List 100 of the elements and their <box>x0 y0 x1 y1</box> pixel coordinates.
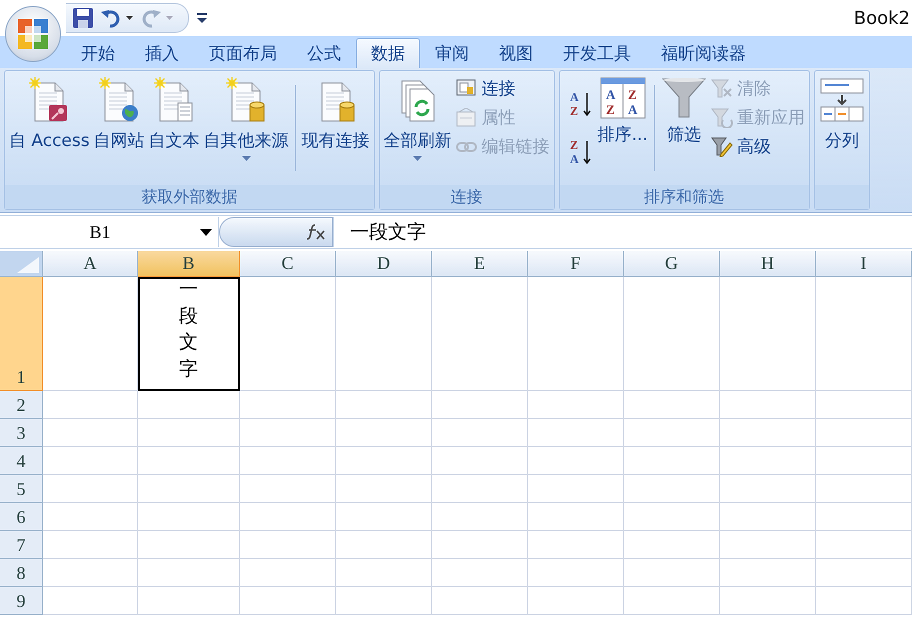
sort-button[interactable]: Z A <box>570 137 592 167</box>
table-cell[interactable]: 一段文字 <box>138 277 240 391</box>
table-cell[interactable] <box>528 475 624 503</box>
table-cell[interactable] <box>336 503 432 531</box>
table-cell[interactable] <box>240 559 336 587</box>
row-header[interactable]: 8 <box>0 559 43 587</box>
table-cell[interactable] <box>816 531 912 559</box>
insert-function-button[interactable] <box>219 217 333 247</box>
ribbon-button[interactable]: 现有连接 <box>300 75 372 154</box>
table-cell[interactable] <box>432 277 528 391</box>
table-cell[interactable] <box>43 587 138 615</box>
column-header[interactable]: E <box>432 251 528 277</box>
table-cell[interactable] <box>336 277 432 391</box>
table-cell[interactable] <box>528 391 624 419</box>
table-cell[interactable] <box>432 559 528 587</box>
sort-button[interactable]: A Z <box>570 89 592 119</box>
ribbon-small-button[interactable]: 连接 <box>454 77 552 100</box>
table-cell[interactable] <box>336 419 432 447</box>
table-cell[interactable] <box>240 475 336 503</box>
table-cell[interactable] <box>624 447 720 475</box>
row-header[interactable]: 5 <box>0 475 43 503</box>
table-cell[interactable] <box>43 531 138 559</box>
ribbon-tab[interactable]: 数据 <box>356 38 420 68</box>
table-cell[interactable] <box>138 419 240 447</box>
table-cell[interactable] <box>624 391 720 419</box>
table-cell[interactable] <box>528 587 624 615</box>
table-cell[interactable] <box>624 277 720 391</box>
ribbon-button[interactable]: 自网站 <box>92 75 147 154</box>
row-header[interactable]: 2 <box>0 391 43 419</box>
table-cell[interactable] <box>816 475 912 503</box>
table-cell[interactable] <box>816 503 912 531</box>
table-cell[interactable] <box>528 503 624 531</box>
table-cell[interactable] <box>720 447 816 475</box>
table-cell[interactable] <box>432 587 528 615</box>
row-header[interactable]: 6 <box>0 503 43 531</box>
table-cell[interactable] <box>816 447 912 475</box>
ribbon-button[interactable]: 筛选 <box>658 75 709 148</box>
table-cell[interactable] <box>816 559 912 587</box>
table-cell[interactable] <box>432 391 528 419</box>
ribbon-tab[interactable]: 页面布局 <box>194 38 292 68</box>
column-header[interactable]: I <box>816 251 912 277</box>
column-header[interactable]: G <box>624 251 720 277</box>
table-cell[interactable] <box>720 587 816 615</box>
row-header[interactable]: 1 <box>0 277 43 391</box>
table-cell[interactable] <box>138 391 240 419</box>
ribbon-tab[interactable]: 视图 <box>484 38 548 68</box>
table-cell[interactable] <box>43 419 138 447</box>
table-cell[interactable] <box>240 587 336 615</box>
table-cell[interactable] <box>240 447 336 475</box>
table-cell[interactable] <box>336 475 432 503</box>
table-cell[interactable] <box>624 587 720 615</box>
ribbon-button[interactable]: 自文本 <box>146 75 202 154</box>
column-header[interactable]: B <box>138 251 240 277</box>
ribbon-tab[interactable]: 开发工具 <box>548 38 646 68</box>
select-all-corner[interactable] <box>0 251 43 277</box>
ribbon-button[interactable]: 分列 <box>816 75 867 154</box>
table-cell[interactable] <box>816 277 912 391</box>
table-cell[interactable] <box>43 277 138 391</box>
table-cell[interactable] <box>528 447 624 475</box>
table-cell[interactable] <box>720 475 816 503</box>
table-cell[interactable] <box>624 419 720 447</box>
column-header[interactable]: F <box>528 251 624 277</box>
table-cell[interactable] <box>624 475 720 503</box>
table-cell[interactable] <box>336 447 432 475</box>
table-cell[interactable] <box>624 531 720 559</box>
table-cell[interactable] <box>336 391 432 419</box>
table-cell[interactable] <box>528 419 624 447</box>
table-cell[interactable] <box>336 587 432 615</box>
ribbon-tab[interactable]: 公式 <box>292 38 356 68</box>
ribbon-small-button[interactable]: 高级 <box>708 135 807 158</box>
table-cell[interactable] <box>816 391 912 419</box>
save-button[interactable] <box>72 7 94 29</box>
table-cell[interactable] <box>138 475 240 503</box>
ribbon-tab[interactable]: 插入 <box>130 38 194 68</box>
ribbon-tab[interactable]: 福昕阅读器 <box>646 38 761 68</box>
table-cell[interactable] <box>43 475 138 503</box>
table-cell[interactable] <box>336 559 432 587</box>
table-cell[interactable] <box>138 447 240 475</box>
row-header[interactable]: 3 <box>0 419 43 447</box>
table-cell[interactable] <box>43 391 138 419</box>
table-cell[interactable] <box>528 559 624 587</box>
table-cell[interactable] <box>528 277 624 391</box>
table-cell[interactable] <box>138 531 240 559</box>
redo-button[interactable] <box>140 8 174 28</box>
row-header[interactable]: 7 <box>0 531 43 559</box>
column-header[interactable]: H <box>720 251 816 277</box>
table-cell[interactable] <box>720 559 816 587</box>
table-cell[interactable] <box>624 559 720 587</box>
table-cell[interactable] <box>720 277 816 391</box>
table-cell[interactable] <box>720 503 816 531</box>
table-cell[interactable] <box>240 419 336 447</box>
table-cell[interactable] <box>138 559 240 587</box>
table-cell[interactable] <box>138 503 240 531</box>
table-cell[interactable] <box>43 503 138 531</box>
table-cell[interactable] <box>720 391 816 419</box>
ribbon-tab[interactable]: 审阅 <box>420 38 484 68</box>
column-header[interactable]: A <box>43 251 138 277</box>
table-cell[interactable] <box>432 447 528 475</box>
ribbon-button[interactable]: 自 Access <box>7 75 92 154</box>
row-header[interactable]: 4 <box>0 447 43 475</box>
